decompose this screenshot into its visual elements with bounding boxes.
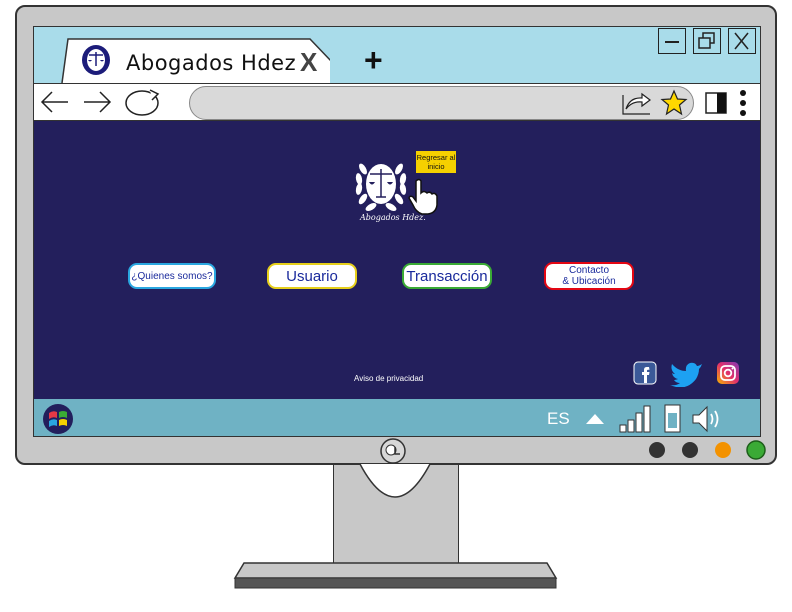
kebab-menu-icon[interactable] bbox=[736, 87, 750, 119]
back-arrow-icon[interactable] bbox=[38, 87, 74, 117]
instagram-icon[interactable] bbox=[716, 361, 740, 385]
new-tab-button[interactable]: + bbox=[364, 44, 383, 76]
home-tooltip: Regresar al inicio bbox=[416, 151, 456, 173]
privacy-link[interactable]: Aviso de privacidad bbox=[354, 374, 423, 383]
window-close-button[interactable] bbox=[728, 28, 756, 54]
restore-button[interactable] bbox=[693, 28, 721, 54]
monitor-button-4 bbox=[746, 440, 766, 460]
contact-label-line1: Contacto bbox=[568, 265, 610, 276]
battery-icon[interactable] bbox=[662, 403, 684, 435]
volume-icon[interactable] bbox=[690, 403, 726, 435]
monitor-button-2 bbox=[682, 442, 698, 458]
address-bar[interactable] bbox=[189, 86, 694, 120]
about-button[interactable]: ¿Quienes somos? bbox=[128, 263, 216, 289]
reload-icon[interactable] bbox=[122, 86, 166, 118]
close-icon bbox=[734, 32, 749, 50]
monitor-button-1 bbox=[649, 442, 665, 458]
contact-button[interactable]: Contacto & Ubicación bbox=[544, 262, 634, 290]
monitor-button-3 bbox=[715, 442, 731, 458]
star-icon[interactable] bbox=[660, 89, 688, 117]
forward-arrow-icon[interactable] bbox=[80, 87, 116, 117]
law-scale-icon bbox=[82, 45, 110, 75]
user-button[interactable]: Usuario bbox=[267, 263, 357, 289]
tab-title: Abogados Hdez bbox=[126, 51, 297, 75]
signal-icon[interactable] bbox=[616, 403, 656, 435]
facebook-icon[interactable] bbox=[633, 361, 657, 385]
transaction-button[interactable]: Transacción bbox=[402, 263, 492, 289]
tab-close-button[interactable]: X bbox=[300, 47, 317, 78]
hand-cursor-icon bbox=[408, 178, 438, 215]
screen: Abogados Hdez X + Abogados Hdez. Regresa… bbox=[33, 26, 761, 437]
power-logo-button[interactable] bbox=[376, 437, 410, 467]
restore-icon bbox=[698, 32, 715, 49]
sidebar-icon[interactable] bbox=[704, 89, 728, 117]
language-indicator[interactable]: ES bbox=[547, 409, 570, 429]
show-hidden-icon[interactable] bbox=[584, 411, 606, 427]
minimize-icon bbox=[665, 41, 679, 43]
start-icon[interactable] bbox=[42, 403, 74, 435]
contact-label-line2: & Ubicación bbox=[562, 276, 616, 287]
share-icon[interactable] bbox=[620, 89, 654, 117]
minimize-button[interactable] bbox=[658, 28, 686, 54]
monitor-buttons bbox=[649, 440, 766, 460]
twitter-icon[interactable] bbox=[668, 359, 706, 387]
